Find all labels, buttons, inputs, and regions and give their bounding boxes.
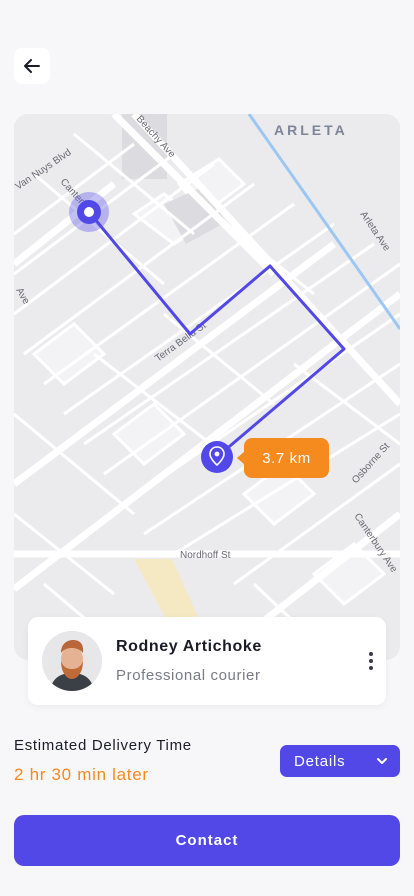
details-dropdown[interactable]: Details: [280, 745, 400, 777]
eta-label: Estimated Delivery Time: [14, 737, 192, 754]
avatar: [42, 631, 102, 691]
chevron-down-icon: [377, 758, 387, 764]
courier-name: Rodney Artichoke: [116, 638, 262, 655]
street-label-nordhoff: Nordhoff St: [180, 550, 231, 561]
eta-value: 2 hr 30 min later: [14, 765, 149, 784]
route-map[interactable]: Van Nuys Blvd Beachy Ave Canterbury Ave …: [14, 114, 400, 660]
details-label: Details: [294, 752, 346, 770]
courier-role: Professional courier: [116, 667, 261, 684]
arrow-left-icon: [24, 59, 40, 73]
contact-button[interactable]: Contact: [14, 815, 400, 866]
distance-badge: 3.7 km: [237, 438, 329, 478]
more-vertical-icon[interactable]: [364, 645, 378, 677]
courier-card[interactable]: Rodney Artichoke Professional courier: [28, 617, 386, 705]
back-button[interactable]: [14, 48, 50, 84]
destination-pin-icon[interactable]: [201, 441, 233, 473]
map-canvas: Van Nuys Blvd Beachy Ave Canterbury Ave …: [14, 114, 400, 660]
courier-avatar-icon: [42, 631, 102, 691]
origin-marker[interactable]: [69, 192, 109, 232]
area-label: ARLETA: [274, 122, 348, 138]
